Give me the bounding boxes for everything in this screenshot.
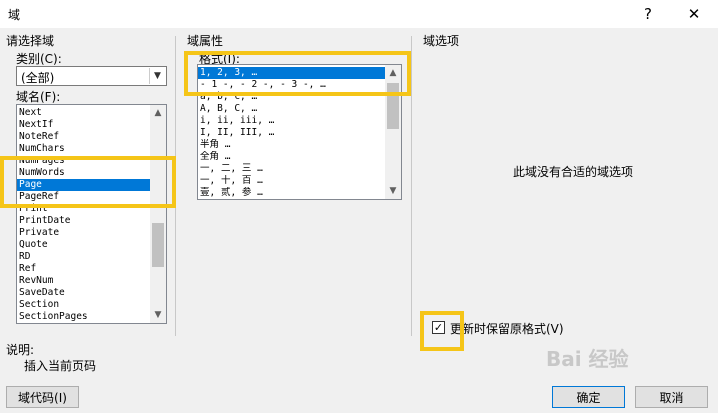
field-options-heading: 域选项 — [423, 34, 460, 48]
select-field-heading: 请选择域 — [6, 34, 55, 48]
no-options-message: 此域没有合适的域选项 — [513, 165, 634, 179]
close-button[interactable]: ✕ — [674, 0, 714, 28]
list-item[interactable]: Quote — [17, 239, 151, 251]
scroll-down-icon[interactable]: ▼ — [385, 183, 401, 199]
fieldname-items: Next NextIf NoteRef NumChars NumPages NumWord… — [17, 107, 151, 323]
list-item[interactable]: 全角 … — [198, 151, 386, 163]
scroll-down-icon[interactable]: ▼ — [150, 307, 166, 323]
help-button[interactable]: ? — [628, 0, 668, 28]
list-item[interactable]: 壹, 贰, 参 … — [198, 187, 386, 199]
ok-button[interactable]: 确定 — [552, 386, 625, 408]
list-item[interactable]: NoteRef — [17, 131, 151, 143]
field-codes-button[interactable]: 域代码(I) — [6, 386, 79, 408]
list-item[interactable]: SaveDate — [17, 287, 151, 299]
description-heading: 说明: — [6, 343, 35, 357]
list-item[interactable]: RD — [17, 251, 151, 263]
fieldname-highlight-box — [0, 156, 176, 208]
chevron-down-icon[interactable]: ▼ — [149, 68, 165, 84]
window-title: 域 — [8, 8, 21, 22]
format-highlight-box — [184, 51, 411, 96]
title-bar: 域 ? ✕ — [0, 0, 718, 28]
list-item[interactable]: SectionPages — [17, 311, 151, 323]
fieldname-scrollbar[interactable]: ▲ ▼ — [150, 105, 166, 323]
list-item[interactable]: PrintDate — [17, 215, 151, 227]
list-item[interactable]: 半角 … — [198, 139, 386, 151]
list-item[interactable]: Ref — [17, 263, 151, 275]
description-text: 插入当前页码 — [24, 359, 97, 373]
scroll-up-icon[interactable]: ▲ — [150, 105, 166, 121]
category-combo[interactable]: (全部) ▼ — [16, 66, 167, 86]
fieldname-list[interactable]: Next NextIf NoteRef NumChars NumPages NumWord… — [16, 104, 167, 324]
field-properties-heading: 域属性 — [187, 34, 224, 48]
list-item[interactable]: NumChars — [17, 143, 151, 155]
list-item[interactable]: Private — [17, 227, 151, 239]
fieldname-label: 域名(F): — [16, 90, 61, 104]
list-item[interactable]: NextIf — [17, 119, 151, 131]
preserve-format-label[interactable]: 更新时保留原格式(V) — [450, 320, 564, 337]
list-item[interactable]: I, II, III, … — [198, 127, 386, 139]
divider-right — [411, 36, 412, 336]
list-item[interactable]: i, ii, iii, … — [198, 115, 386, 127]
list-item[interactable]: 一, 二, 三 … — [198, 163, 386, 175]
list-item[interactable]: Section — [17, 299, 151, 311]
list-item[interactable]: A, B, C, … — [198, 103, 386, 115]
list-item[interactable]: RevNum — [17, 275, 151, 287]
category-value: (全部) — [21, 71, 55, 85]
scroll-thumb[interactable] — [152, 223, 164, 267]
watermark: Bai 经验 — [546, 347, 629, 371]
list-item[interactable]: 一, 十, 百 … — [198, 175, 386, 187]
list-item[interactable]: Next — [17, 107, 151, 119]
checkbox-highlight-box — [420, 311, 464, 351]
cancel-button[interactable]: 取消 — [635, 386, 708, 408]
category-label: 类别(C): — [16, 52, 62, 66]
